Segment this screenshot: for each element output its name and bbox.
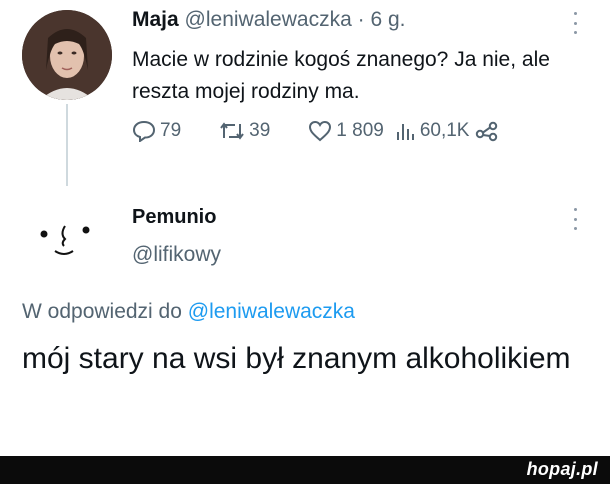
author-name[interactable]: Maja [132,8,179,31]
footer-bar: hopaj.pl [0,456,610,484]
separator-dot: · [357,8,365,31]
avatar-pemunio[interactable] [30,212,100,268]
retweet-action[interactable]: 39 [219,120,270,142]
brand-logo[interactable]: hopaj.pl [527,459,598,480]
reply-context: W odpowiedzi do @leniwalewaczka [22,300,355,324]
tweet-header: Maja @leniwalewaczka · 6 g. [132,8,405,32]
reply-count: 79 [160,120,182,141]
like-action[interactable]: 1 809 [308,120,384,142]
reply-icon [132,120,156,142]
reply-author-handle[interactable]: @lifikowy [132,243,221,267]
thread-line [66,104,68,186]
like-count: 1 809 [336,120,384,141]
more-icon[interactable] [574,12,578,34]
avatar-maja[interactable] [22,10,112,100]
views-count: 60,1K [419,120,470,141]
tweet-time[interactable]: 6 g. [370,8,405,31]
author-handle[interactable]: @leniwalewaczka [185,8,352,31]
like-icon [309,120,332,142]
more-icon[interactable] [574,208,578,230]
retweet-count: 39 [249,120,271,141]
share-action[interactable] [475,120,499,142]
views-icon [396,124,414,140]
tweet-actions: 79 39 1 809 60,1K [132,120,499,142]
reply-text: mój stary na wsi był znanym alkoholikiem [22,342,571,375]
views-action[interactable]: 60,1K [394,120,470,142]
tweet-text: Macie w rodzinie kogoś znanego? Ja nie, … [132,48,550,103]
reply-author-name[interactable]: Pemunio [132,206,216,229]
reply-action[interactable]: 79 [132,120,181,142]
reply-mention-link[interactable]: @leniwalewaczka [188,300,355,323]
retweet-icon [220,122,244,140]
reply-prefix: W odpowiedzi do [22,300,182,323]
share-icon [476,121,498,142]
